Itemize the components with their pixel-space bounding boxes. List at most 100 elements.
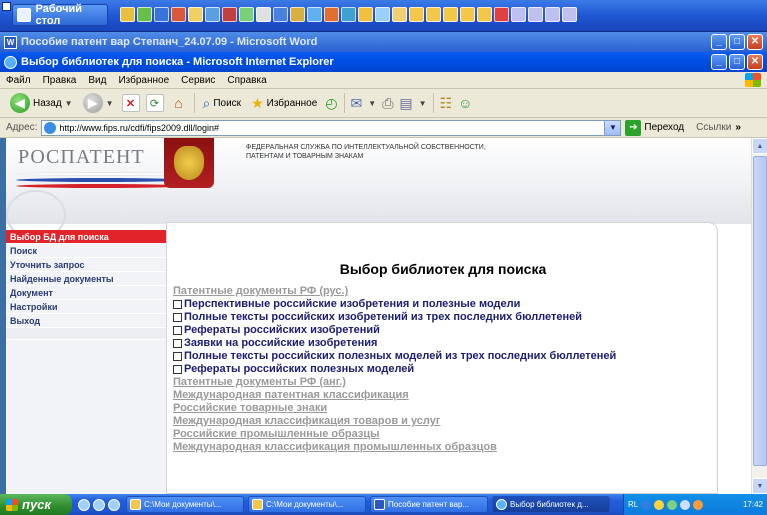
library-option[interactable]: Рефераты российских изобретений (173, 324, 713, 337)
mail-dropdown-icon[interactable]: ▼ (368, 99, 376, 108)
sidebar-item-found-documents[interactable]: Найденные документы (6, 272, 166, 286)
quick-launch-app-icon[interactable] (137, 7, 152, 22)
quick-launch-app-icon[interactable] (562, 7, 577, 22)
site-logo[interactable]: РОСПАТЕНТ (18, 146, 145, 169)
favorites-button[interactable]: ★ Избранное (249, 91, 319, 115)
tray-security-icon[interactable] (693, 499, 704, 510)
group-link-locarno-classification[interactable]: Международная классификация промышленных… (173, 441, 713, 454)
back-button[interactable]: ◀ Назад ▼ (8, 91, 75, 115)
taskbar-task-folder-2[interactable]: C:\Мои документы\... (248, 496, 366, 513)
menu-help[interactable]: Справка (227, 75, 266, 86)
sidebar-item-refine-query[interactable]: Уточнить запрос (6, 258, 166, 272)
library-option[interactable]: Заявки на российские изобретения (173, 337, 713, 350)
browser-quicklaunch-icon[interactable] (93, 498, 105, 511)
tray-shield-icon[interactable] (641, 499, 652, 510)
quick-launch-app-icon[interactable] (511, 7, 526, 22)
home-icon[interactable]: ⌂ (170, 94, 188, 112)
taskbar-clock[interactable]: 17:42 (743, 500, 763, 509)
sidebar-item-select-db[interactable]: Выбор БД для поиска (6, 230, 166, 244)
language-indicator[interactable]: RL (628, 500, 638, 509)
group-link-industrial-designs[interactable]: Российские промышленные образцы (173, 428, 713, 441)
word-close-button[interactable]: ✕ (747, 34, 763, 50)
quick-launch-app-icon[interactable] (528, 7, 543, 22)
quick-launch-app-icon[interactable] (426, 7, 441, 22)
quick-launch-app-icon[interactable] (290, 7, 305, 22)
word-maximize-button[interactable]: □ (729, 34, 745, 50)
ie-window-titlebar[interactable]: Выбор библиотек для поиска - Microsoft I… (0, 52, 767, 72)
ie-close-button[interactable]: ✕ (747, 54, 763, 70)
taskbar-task-folder-1[interactable]: C:\Мои документы\... (126, 496, 244, 513)
ie-minimize-button[interactable]: _ (711, 54, 727, 70)
quick-launch-app-icon[interactable] (392, 7, 407, 22)
library-checkbox[interactable] (173, 365, 182, 374)
quick-launch-app-icon[interactable] (120, 7, 135, 22)
edit-dropdown-icon[interactable]: ▼ (419, 99, 427, 108)
group-link-nice-classification[interactable]: Международная классификация товаров и ус… (173, 415, 713, 428)
address-dropdown-icon[interactable]: ▼ (604, 120, 621, 135)
library-checkbox[interactable] (173, 326, 182, 335)
search-button[interactable]: ⌕ Поиск (201, 91, 244, 115)
library-option[interactable]: Перспективные российские изобретения и п… (173, 298, 713, 311)
menu-file[interactable]: Файл (6, 75, 31, 86)
go-button[interactable]: ➔ Переход (625, 119, 684, 136)
quick-launch-app-icon[interactable] (409, 7, 424, 22)
library-option[interactable]: Рефераты российских полезных моделей (173, 363, 713, 376)
quick-launch-app-icon[interactable] (188, 7, 203, 22)
menu-tools[interactable]: Сервис (181, 75, 215, 86)
group-link-ru-patents-eng[interactable]: Патентные документы РФ (анг.) (173, 376, 713, 389)
back-dropdown-icon[interactable]: ▼ (65, 99, 73, 108)
quick-launch-app-icon[interactable] (171, 7, 186, 22)
ie-maximize-button[interactable]: □ (729, 54, 745, 70)
start-button[interactable]: пуск (0, 494, 72, 515)
group-link-ipc[interactable]: Международная патентная классификация (173, 389, 713, 402)
history-icon[interactable]: ◴ (325, 95, 337, 112)
scroll-thumb[interactable] (753, 156, 767, 466)
desktop-quicklaunch-icon[interactable] (108, 498, 120, 511)
quick-launch-app-icon[interactable] (222, 7, 237, 22)
tray-network-icon[interactable] (667, 499, 678, 510)
sidebar-item-search[interactable]: Поиск (6, 244, 166, 258)
group-link-ru-patents[interactable]: Патентные документы РФ (рус.) (173, 285, 713, 298)
sidebar-item-settings[interactable]: Настройки (6, 300, 166, 314)
quick-launch-app-icon[interactable] (239, 7, 254, 22)
tray-warning-icon[interactable] (654, 499, 665, 510)
quick-launch-app-icon[interactable] (477, 7, 492, 22)
system-menu-icon[interactable] (2, 2, 11, 11)
quick-launch-app-icon[interactable] (460, 7, 475, 22)
scroll-down-icon[interactable]: ▼ (752, 478, 767, 494)
word-minimize-button[interactable]: _ (711, 34, 727, 50)
quick-launch-app-icon[interactable] (375, 7, 390, 22)
sidebar-item-exit[interactable]: Выход (6, 314, 166, 328)
desktop-button[interactable]: Рабочий стол (12, 3, 108, 27)
quick-launch-app-icon[interactable] (324, 7, 339, 22)
tray-volume-icon[interactable] (680, 499, 691, 510)
quick-launch-app-icon[interactable] (256, 7, 271, 22)
library-checkbox[interactable] (173, 352, 182, 361)
group-link-trademarks[interactable]: Российские товарные знаки (173, 402, 713, 415)
word-window-titlebar[interactable]: W Пособие патент вар Степанч_24.07.09 - … (0, 32, 767, 52)
messenger-icon[interactable]: ☺ (458, 95, 472, 111)
sidebar-item-document[interactable]: Документ (6, 286, 166, 300)
quick-launch-app-icon[interactable] (545, 7, 560, 22)
quick-launch-app-icon[interactable] (494, 7, 509, 22)
quick-launch-app-icon[interactable] (341, 7, 356, 22)
taskbar-task-word[interactable]: Пособие патент вар... (370, 496, 488, 513)
forward-button[interactable]: ▶ ▼ (81, 91, 116, 115)
menu-favorites[interactable]: Избранное (118, 75, 169, 86)
quick-launch-app-icon[interactable] (154, 7, 169, 22)
quick-launch-app-icon[interactable] (273, 7, 288, 22)
taskbar-task-ie[interactable]: Выбор библиотек д... (492, 496, 610, 513)
refresh-icon[interactable]: ⟳ (145, 94, 164, 112)
ie-quicklaunch-icon[interactable] (78, 498, 90, 511)
discuss-icon[interactable]: ☷ (440, 95, 453, 112)
scroll-up-icon[interactable]: ▲ (752, 138, 767, 154)
quick-launch-app-icon[interactable] (205, 7, 220, 22)
menu-view[interactable]: Вид (88, 75, 106, 86)
library-checkbox[interactable] (173, 339, 182, 348)
library-option[interactable]: Полные тексты российских изобретений из … (173, 311, 713, 324)
mail-icon[interactable]: ✉ (351, 95, 363, 112)
vertical-scrollbar[interactable]: ▲ ▼ (751, 138, 767, 494)
quick-launch-app-icon[interactable] (358, 7, 373, 22)
address-input[interactable]: http://www.fips.ru/cdfi/fips2009.dll/log… (41, 119, 622, 136)
links-label[interactable]: Ссылки (696, 122, 731, 133)
